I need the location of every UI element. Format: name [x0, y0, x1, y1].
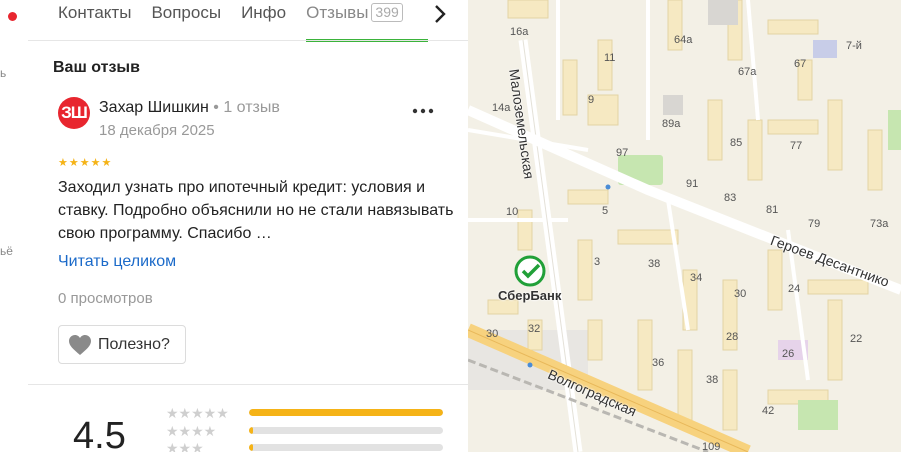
- house-number: 5: [602, 205, 609, 217]
- house-number: 83: [724, 192, 737, 204]
- views-count: 0 просмотров: [58, 290, 153, 307]
- rating-bar-fill: [249, 409, 443, 416]
- tab-reviews-label: Отзывы: [306, 3, 369, 22]
- review-stars: ★★★★★: [58, 157, 113, 169]
- house-number: 64а: [674, 34, 693, 46]
- house-number: 9: [588, 94, 595, 106]
- section-divider: [28, 384, 468, 385]
- rating-bar-3: [249, 444, 443, 451]
- house-number: 34: [690, 272, 703, 284]
- avatar[interactable]: ЗШ: [58, 97, 90, 129]
- chevron-right-icon[interactable]: [434, 4, 446, 30]
- house-number: 32: [528, 323, 541, 335]
- house-number: 91: [686, 178, 699, 190]
- house-number: 30: [734, 288, 747, 300]
- house-number: 3: [594, 256, 601, 268]
- more-dots-icon[interactable]: [412, 102, 434, 114]
- house-number: 67а: [738, 66, 757, 78]
- rating-bar-fill: [249, 444, 253, 451]
- house-number: 16а: [510, 26, 529, 38]
- rating-bar-5: [249, 409, 443, 416]
- rail-fragment: ьё: [0, 244, 13, 258]
- house-number: 11: [604, 52, 616, 64]
- tab-info[interactable]: Инфо: [241, 0, 286, 40]
- rating-bar-fill: [249, 427, 253, 434]
- house-number: 42: [762, 405, 775, 417]
- review-date: 18 декабря 2025: [99, 122, 215, 139]
- rail-fragment: ь: [0, 66, 7, 80]
- poi-label[interactable]: СберБанк: [498, 288, 561, 303]
- house-number: 10: [506, 206, 519, 218]
- map-canvas: [468, 0, 901, 452]
- reviews-count-badge: 399: [371, 3, 403, 22]
- house-number: 24: [788, 283, 801, 295]
- house-number: 14а: [492, 102, 511, 114]
- house-number: 28: [726, 331, 739, 343]
- dist-stars-4: ★★★★: [166, 423, 217, 439]
- house-number: 85: [730, 137, 743, 149]
- house-number: 30: [486, 328, 499, 340]
- house-number: 38: [706, 374, 719, 386]
- tab-bar: Контакты Вопросы Инфо Отзывы 399: [28, 0, 468, 42]
- tabs-divider: [28, 40, 468, 41]
- average-rating: 4.5: [73, 415, 126, 452]
- map-view[interactable]: СберБанк Малоземельская Героев Десантник…: [468, 0, 901, 452]
- house-number: 79: [808, 218, 821, 230]
- tab-questions[interactable]: Вопросы: [151, 0, 221, 40]
- house-number: 77: [790, 140, 803, 152]
- house-number: 7-й: [846, 40, 862, 52]
- house-number: 81: [766, 204, 779, 216]
- review-author[interactable]: Захар Шишкин • 1 отзыв: [99, 99, 280, 117]
- left-rail: ь ьё: [0, 0, 29, 452]
- section-title: Ваш отзыв: [53, 59, 140, 76]
- sberbank-logo-icon[interactable]: [514, 255, 546, 287]
- dist-stars-5: ★★★★★: [166, 405, 229, 421]
- author-review-count: • 1 отзыв: [208, 99, 280, 116]
- house-number: 67: [794, 58, 807, 70]
- house-number: 97: [616, 147, 629, 159]
- read-more-link[interactable]: Читать целиком: [58, 253, 176, 271]
- tab-contacts[interactable]: Контакты: [58, 0, 131, 40]
- heart-icon: [69, 334, 91, 355]
- house-number: 109: [702, 441, 721, 452]
- rating-bar-4: [249, 427, 443, 434]
- helpful-button[interactable]: Полезно?: [58, 325, 186, 364]
- house-number: 73а: [870, 218, 889, 230]
- house-number: 22: [850, 333, 863, 345]
- helpful-label: Полезно?: [98, 335, 170, 353]
- notification-dot: [8, 12, 17, 21]
- dist-stars-3: ★★★: [166, 440, 204, 452]
- reviews-panel: Контакты Вопросы Инфо Отзывы 399 Ваш отзы…: [28, 0, 468, 452]
- house-number: 89а: [662, 118, 681, 130]
- tab-reviews[interactable]: Отзывы 399: [306, 0, 428, 42]
- house-number: 26: [782, 348, 795, 360]
- author-name[interactable]: Захар Шишкин: [99, 99, 209, 116]
- house-number: 36: [652, 357, 665, 369]
- review-text: Заходил узнать про ипотечный кредит: усл…: [58, 179, 454, 242]
- house-number: 38: [648, 258, 661, 270]
